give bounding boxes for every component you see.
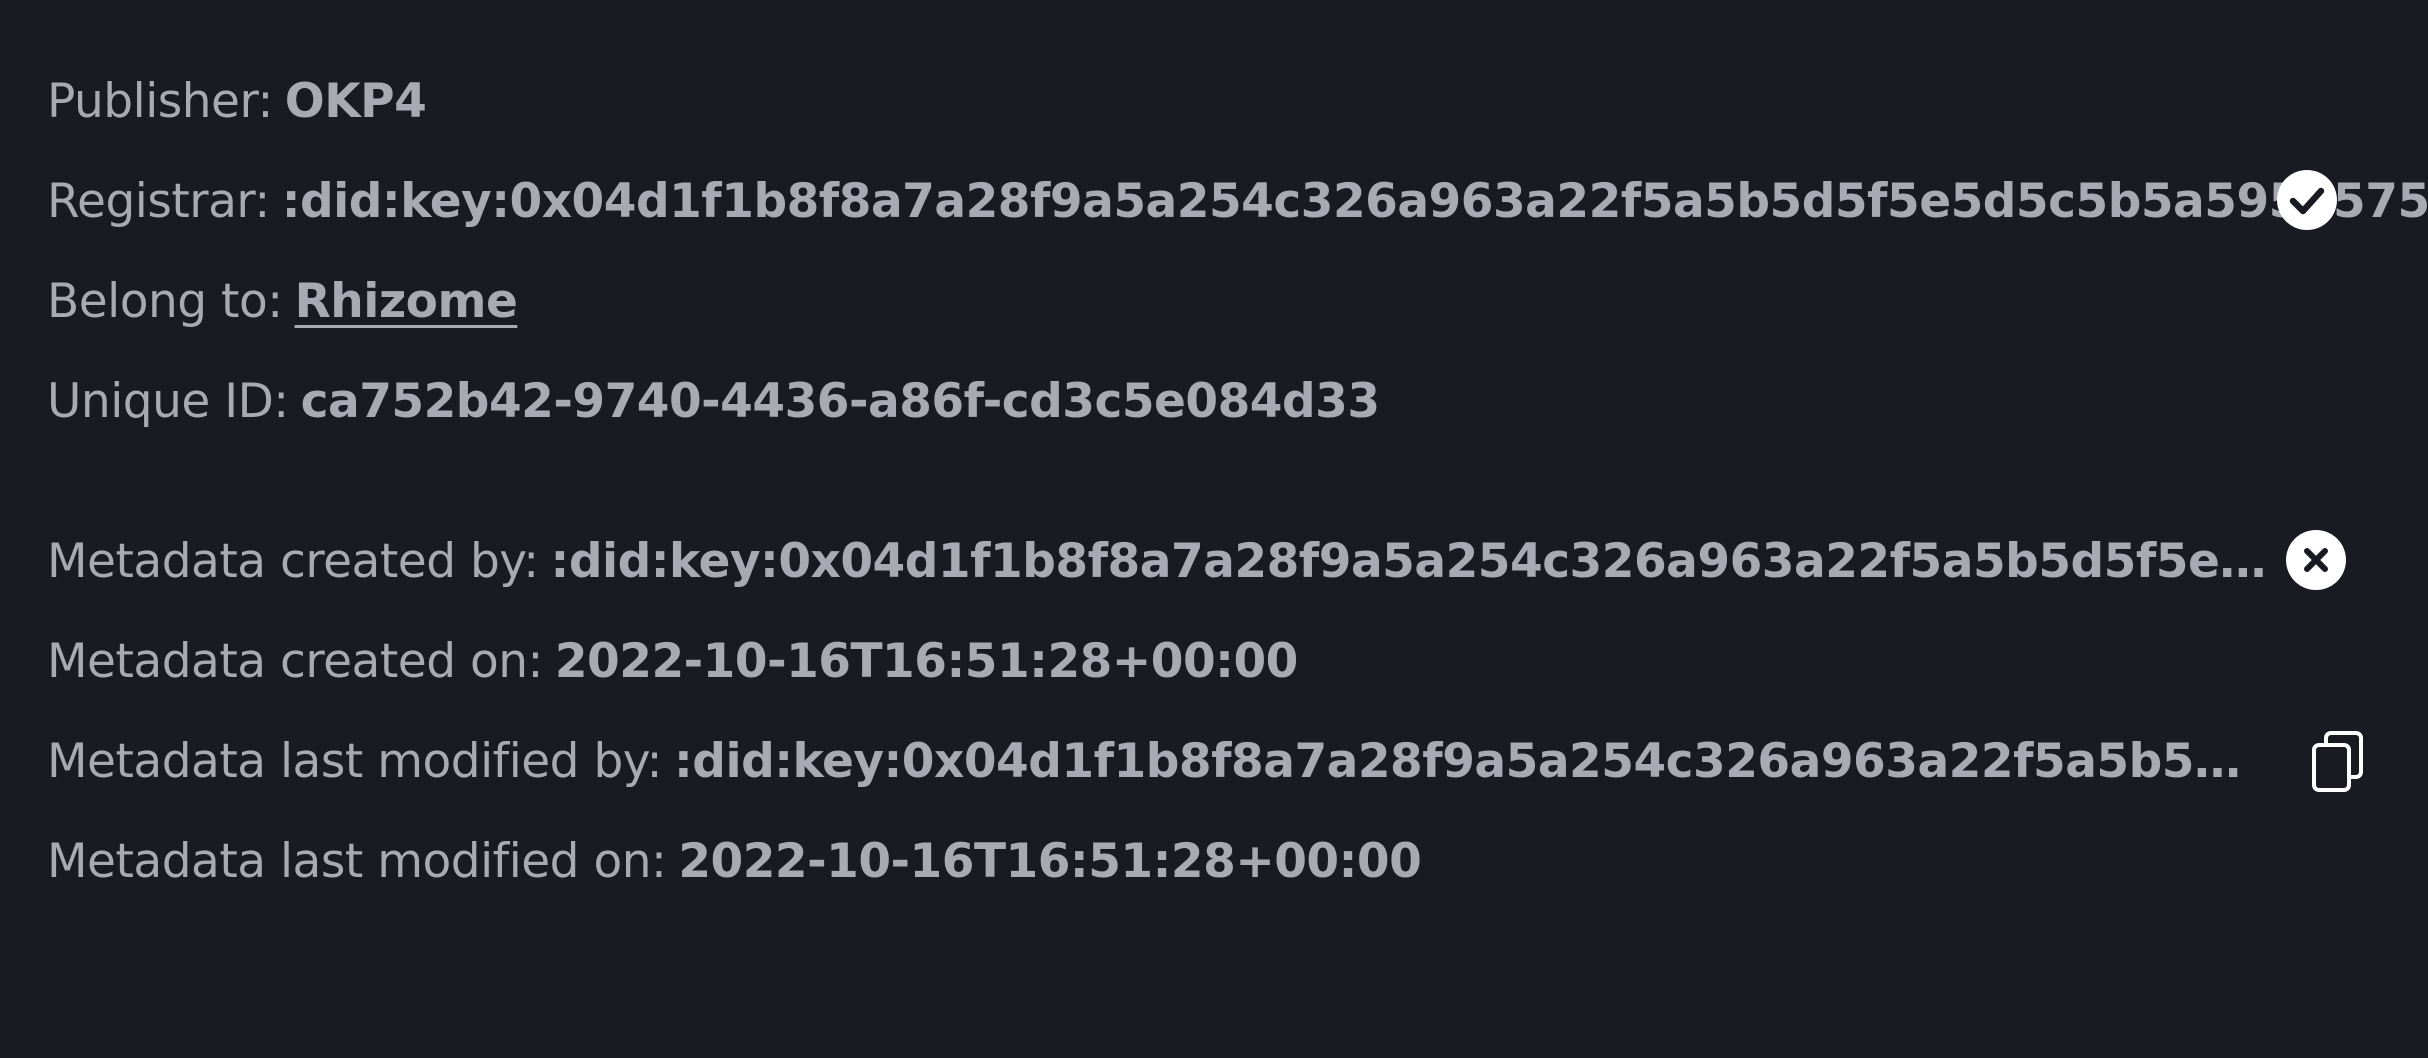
registrar-row: Registrar: :did:key:0x04d1f1b8f8a7a28f9a… xyxy=(47,162,2428,242)
metadata-modified-by-label: Metadata last modified by: xyxy=(47,734,663,789)
metadata-created-on-value: 2022-10-16T16:51:28+00:00 xyxy=(554,634,1299,689)
metadata-modified-on-value: 2022-10-16T16:51:28+00:00 xyxy=(678,834,1422,889)
metadata-modified-on-label: Metadata last modified on: xyxy=(47,834,667,889)
unique-id-row: Unique ID: ca752b42-9740-4436-a86f-cd3c5… xyxy=(47,362,1380,442)
metadata-modified-by-value: :did:key:0x04d1f1b8f8a7a28f9a5a254c326a9… xyxy=(674,734,2265,789)
registrar-value: :did:key:0x04d1f1b8f8a7a28f9a5a254c326a9… xyxy=(281,174,2428,229)
belong-to-link[interactable]: Rhizome xyxy=(295,262,518,342)
unique-id-label: Unique ID: xyxy=(47,374,289,429)
metadata-created-on-row: Metadata created on: 2022-10-16T16:51:28… xyxy=(47,622,1298,702)
copy-icon[interactable] xyxy=(2310,730,2366,794)
belong-to-label: Belong to: xyxy=(47,274,283,329)
registrar-label: Registrar: xyxy=(47,174,270,229)
metadata-created-by-label: Metadata created by: xyxy=(47,534,539,589)
metadata-created-by-value: :did:key:0x04d1f1b8f8a7a28f9a5a254c326a9… xyxy=(550,534,2269,589)
metadata-modified-on-row: Metadata last modified on: 2022-10-16T16… xyxy=(47,822,1422,902)
check-circle-icon xyxy=(2277,170,2337,230)
metadata-created-by-row: Metadata created by: :did:key:0x04d1f1b8… xyxy=(47,522,2269,602)
dataset-details-panel: Publisher: OKP4 Registrar: :did:key:0x04… xyxy=(0,0,2428,1058)
publisher-row: Publisher: OKP4 xyxy=(47,62,427,142)
publisher-label: Publisher: xyxy=(47,74,273,129)
x-circle-icon xyxy=(2286,530,2346,590)
metadata-created-on-label: Metadata created on: xyxy=(47,634,543,689)
publisher-value: OKP4 xyxy=(284,74,427,129)
metadata-modified-by-row: Metadata last modified by: :did:key:0x04… xyxy=(47,722,2264,802)
belong-to-row: Belong to: Rhizome xyxy=(47,262,518,342)
unique-id-value: ca752b42-9740-4436-a86f-cd3c5e084d33 xyxy=(300,374,1380,429)
